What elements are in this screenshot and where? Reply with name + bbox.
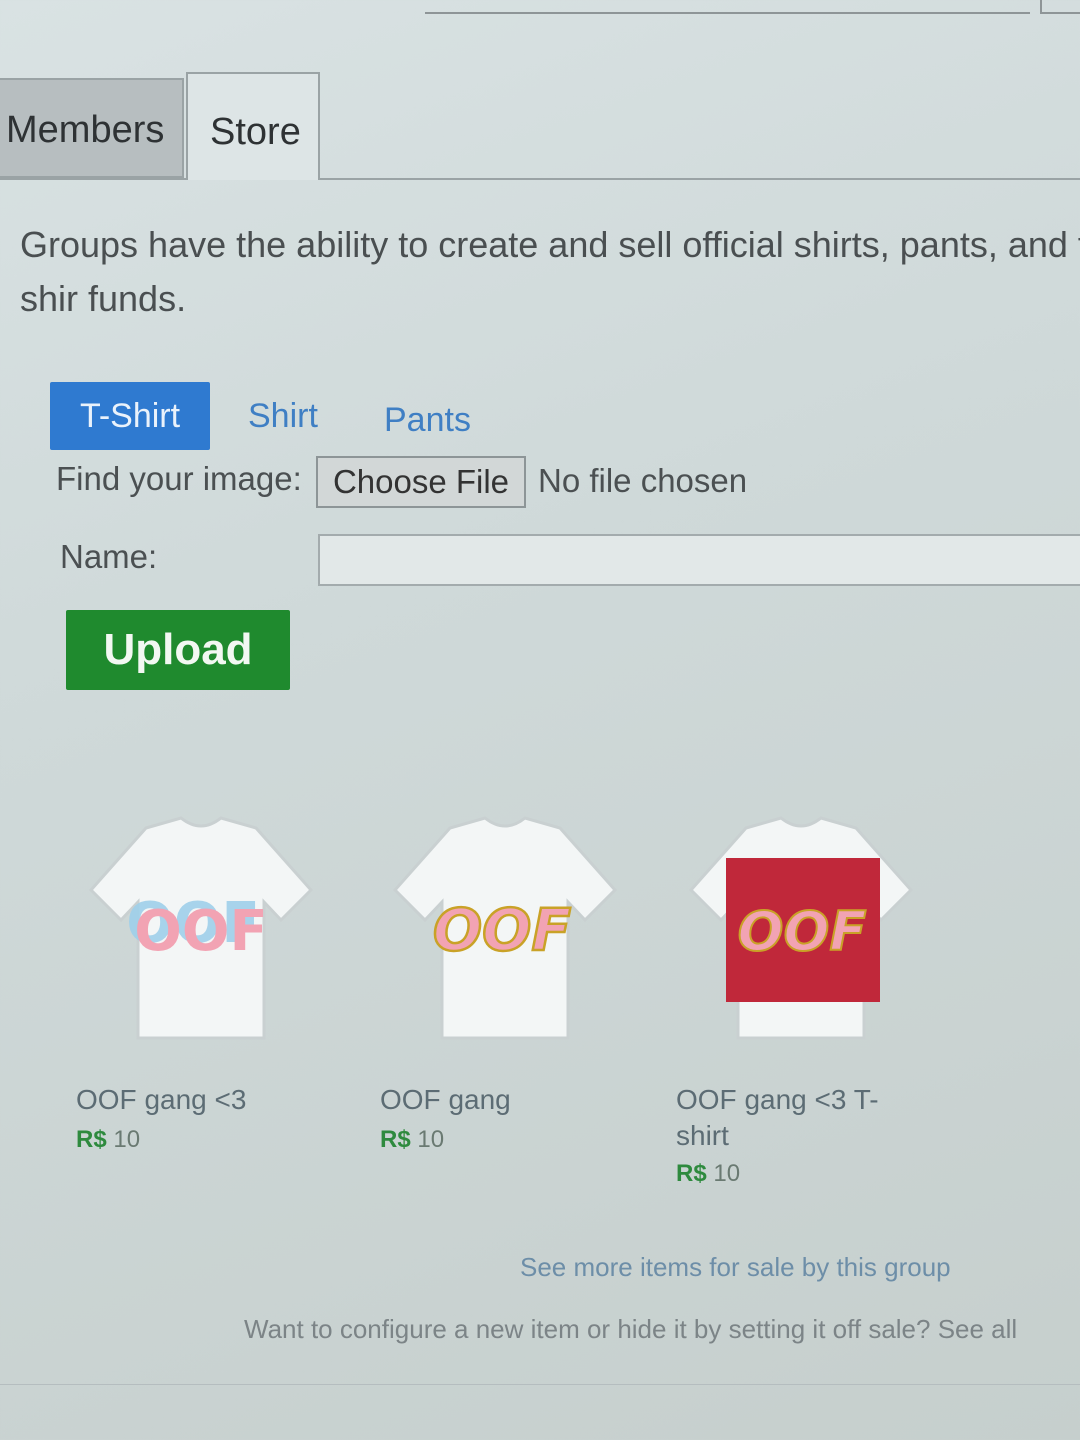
- file-status: No file chosen: [538, 462, 748, 499]
- tab-tshirt[interactable]: T-Shirt: [50, 382, 210, 450]
- store-description: Groups have the ability to create and se…: [20, 224, 1080, 319]
- tab-store[interactable]: Store: [186, 72, 320, 180]
- tshirt-thumbnail[interactable]: OOF OOF: [76, 810, 326, 1050]
- top-panel-edge: [425, 0, 1030, 14]
- group-tabs: Members Store: [0, 72, 1080, 182]
- tshirt-thumbnail[interactable]: OOF: [676, 810, 926, 1050]
- item-price: R$ 10: [380, 1126, 444, 1154]
- item-price: R$ 10: [676, 1160, 740, 1188]
- item-title[interactable]: OOF gang: [380, 1082, 600, 1118]
- item-title[interactable]: OOF gang <3: [76, 1082, 296, 1118]
- name-field[interactable]: [318, 534, 1080, 586]
- tshirt-thumbnail[interactable]: OOF: [380, 810, 630, 1050]
- see-more-link[interactable]: See more items for sale by this group: [520, 1252, 951, 1283]
- price-value: 10: [113, 1126, 141, 1153]
- item-price: R$ 10: [76, 1126, 140, 1154]
- top-panel-edge-right: [1040, 0, 1080, 14]
- robux-icon: R$: [76, 1126, 107, 1153]
- footer-divider: [0, 1384, 1080, 1385]
- name-label: Name:: [60, 538, 158, 575]
- upload-button[interactable]: Upload: [66, 610, 290, 690]
- find-image-label: Find your image:: [56, 460, 302, 497]
- oof-logo-text: OOF: [134, 899, 267, 964]
- tab-members[interactable]: Members: [0, 78, 184, 178]
- configure-note: Want to configure a new item or hide it …: [244, 1314, 1018, 1344]
- oof-logo-text: OOF: [433, 896, 571, 964]
- robux-icon: R$: [676, 1160, 707, 1187]
- price-value: 10: [713, 1160, 741, 1187]
- tab-shirt[interactable]: Shirt: [248, 382, 318, 450]
- choose-file-button[interactable]: Choose File: [316, 456, 526, 508]
- item-title[interactable]: OOF gang <3 T-shirt: [676, 1082, 896, 1154]
- oof-logo-text: OOF: [738, 900, 867, 963]
- price-value: 10: [417, 1126, 445, 1153]
- tab-pants[interactable]: Pants: [384, 386, 471, 454]
- robux-icon: R$: [380, 1126, 411, 1153]
